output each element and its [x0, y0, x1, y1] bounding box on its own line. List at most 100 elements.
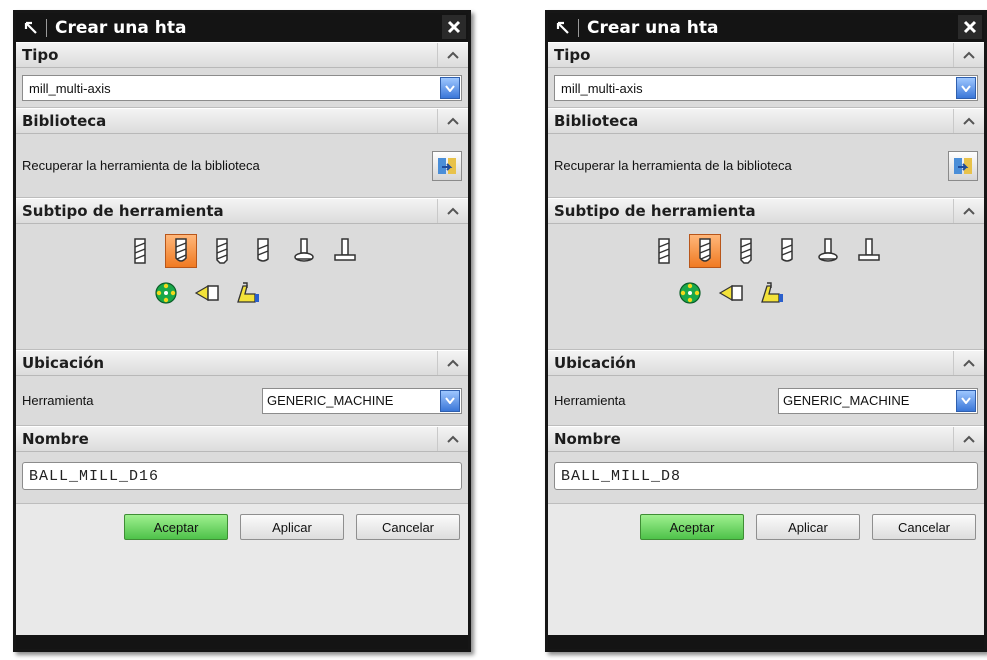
collapse-button-ubicacion[interactable]	[953, 351, 984, 375]
barrel-tool-icon[interactable]	[329, 234, 361, 268]
drill-tool-icon[interactable]	[191, 276, 223, 310]
cancel-button[interactable]: Cancelar	[872, 514, 976, 540]
section-header-tipo[interactable]: Tipo	[16, 42, 468, 68]
title-bar[interactable]: Crear una hta	[548, 13, 984, 42]
section-header-biblioteca[interactable]: Biblioteca	[548, 108, 984, 134]
section-title-subtipo: Subtipo de herramienta	[22, 202, 224, 220]
type-dropdown-value: mill_multi-axis	[561, 80, 643, 96]
title-separator	[46, 18, 47, 37]
tool-name-input[interactable]: BALL_MILL_D8	[554, 462, 978, 490]
collapse-button-nombre[interactable]	[953, 427, 984, 451]
chamfer-mill-tool-icon[interactable]	[730, 234, 762, 268]
section-header-tipo[interactable]: Tipo	[548, 42, 984, 68]
chevron-down-icon	[961, 84, 971, 92]
apply-button[interactable]: Aplicar	[756, 514, 860, 540]
t-cutter-tool-icon[interactable]	[288, 234, 320, 268]
section-header-nombre[interactable]: Nombre	[16, 426, 468, 452]
section-header-nombre[interactable]: Nombre	[548, 426, 984, 452]
collapse-button-nombre[interactable]	[437, 427, 468, 451]
section-header-ubicacion[interactable]: Ubicación	[548, 350, 984, 376]
tool-location-label: Herramienta	[554, 393, 626, 408]
ball-mill-tool-icon[interactable]	[688, 234, 721, 268]
section-body-subtipo	[16, 224, 468, 350]
collapse-button-tipo[interactable]	[437, 43, 468, 67]
ok-button[interactable]: Aceptar	[640, 514, 744, 540]
chevron-down-icon	[445, 397, 455, 404]
chevron-up-icon	[963, 117, 975, 125]
section-title-tipo: Tipo	[554, 46, 591, 64]
library-row: Recuperar la herramienta de la bibliotec…	[554, 134, 978, 197]
section-header-subtipo[interactable]: Subtipo de herramienta	[548, 198, 984, 224]
collapse-button-subtipo[interactable]	[437, 199, 468, 223]
library-row: Recuperar la herramienta de la bibliotec…	[22, 134, 462, 197]
collapse-button-subtipo[interactable]	[953, 199, 984, 223]
dropdown-arrow-button[interactable]	[440, 389, 460, 412]
tool-subtype-row	[150, 276, 264, 310]
chevron-down-icon	[445, 84, 455, 92]
section-title-biblioteca: Biblioteca	[22, 112, 107, 130]
chamfer-mill-tool-icon[interactable]	[206, 234, 238, 268]
ok-button[interactable]: Aceptar	[124, 514, 228, 540]
apply-button[interactable]: Aplicar	[240, 514, 344, 540]
section-header-subtipo[interactable]: Subtipo de herramienta	[16, 198, 468, 224]
dropdown-arrow-button[interactable]	[956, 77, 976, 99]
t-cutter-tool-icon[interactable]	[812, 234, 844, 268]
dialog-title: Crear una hta	[55, 17, 187, 38]
mill-tool-icon[interactable]	[648, 234, 680, 268]
type-dropdown[interactable]: mill_multi-axis	[22, 75, 462, 101]
close-x-icon	[963, 20, 977, 34]
section-body-biblioteca: Recuperar la herramienta de la bibliotec…	[16, 134, 468, 198]
retrieve-from-library-button[interactable]	[948, 150, 978, 181]
dropdown-arrow-button[interactable]	[440, 77, 460, 99]
section-title-ubicacion: Ubicación	[554, 354, 637, 372]
pointer-arrow-icon	[548, 13, 578, 42]
collapse-button-ubicacion[interactable]	[437, 351, 468, 375]
thread-mill-tool-icon[interactable]	[674, 276, 706, 310]
library-retrieve-icon	[954, 157, 972, 174]
section-body-tipo: mill_multi-axis	[16, 68, 468, 108]
create-tool-dialog-left: Crear una hta Tipo mill_multi-axis Bibli…	[13, 10, 471, 652]
close-button[interactable]	[958, 15, 982, 39]
tool-subtype-row	[674, 276, 788, 310]
chevron-up-icon	[963, 359, 975, 367]
library-retrieve-icon	[438, 157, 456, 174]
dialog-footer: Aceptar Aplicar Cancelar	[16, 504, 468, 550]
title-separator	[578, 18, 579, 37]
cancel-button[interactable]: Cancelar	[356, 514, 460, 540]
collapse-button-tipo[interactable]	[953, 43, 984, 67]
user-defined-tool-icon[interactable]	[756, 276, 788, 310]
section-body-ubicacion: Herramienta GENERIC_MACHINE	[548, 376, 984, 426]
chevron-up-icon	[963, 51, 975, 59]
close-button[interactable]	[442, 15, 466, 39]
user-defined-tool-icon[interactable]	[232, 276, 264, 310]
chevron-up-icon	[447, 207, 459, 215]
spherical-mill-tool-icon[interactable]	[247, 234, 279, 268]
section-body-ubicacion: Herramienta GENERIC_MACHINE	[16, 376, 468, 426]
collapse-button-biblioteca[interactable]	[437, 109, 468, 133]
section-header-biblioteca[interactable]: Biblioteca	[16, 108, 468, 134]
thread-mill-tool-icon[interactable]	[150, 276, 182, 310]
dialog-footer: Aceptar Aplicar Cancelar	[548, 504, 984, 550]
tool-location-label: Herramienta	[22, 393, 94, 408]
collapse-button-biblioteca[interactable]	[953, 109, 984, 133]
section-body-tipo: mill_multi-axis	[548, 68, 984, 108]
tool-location-dropdown[interactable]: GENERIC_MACHINE	[778, 387, 978, 414]
barrel-tool-icon[interactable]	[853, 234, 885, 268]
spherical-mill-tool-icon[interactable]	[771, 234, 803, 268]
type-dropdown[interactable]: mill_multi-axis	[554, 75, 978, 101]
retrieve-from-library-button[interactable]	[432, 150, 462, 181]
title-bar[interactable]: Crear una hta	[16, 13, 468, 42]
dialog-title: Crear una hta	[587, 17, 719, 38]
tool-subtype-grid	[22, 224, 462, 318]
drill-tool-icon[interactable]	[715, 276, 747, 310]
location-row: Herramienta GENERIC_MACHINE	[554, 376, 978, 425]
tool-name-input[interactable]: BALL_MILL_D16	[22, 462, 462, 490]
chevron-up-icon	[447, 435, 459, 443]
dropdown-arrow-button[interactable]	[956, 389, 976, 412]
section-body-nombre: BALL_MILL_D8	[548, 452, 984, 504]
section-header-ubicacion[interactable]: Ubicación	[16, 350, 468, 376]
mill-tool-icon[interactable]	[124, 234, 156, 268]
section-title-subtipo: Subtipo de herramienta	[554, 202, 756, 220]
tool-location-dropdown[interactable]: GENERIC_MACHINE	[262, 387, 462, 414]
ball-mill-tool-icon[interactable]	[164, 234, 197, 268]
